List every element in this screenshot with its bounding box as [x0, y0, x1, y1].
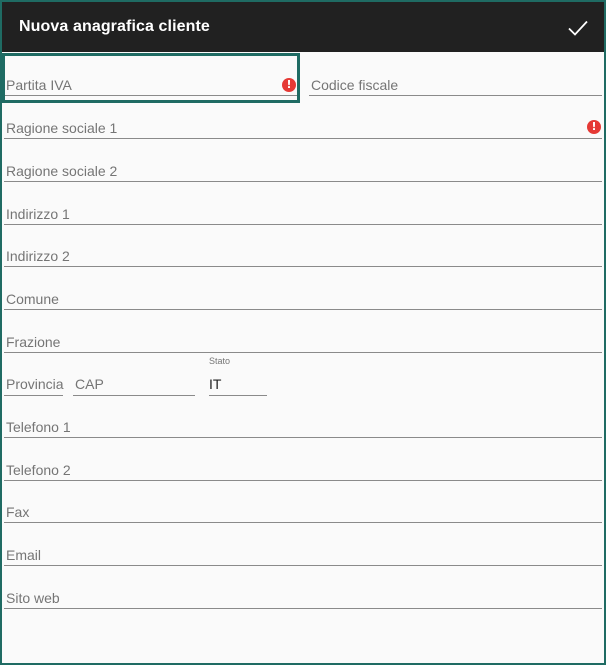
stato-field[interactable]: Stato IT [209, 356, 267, 396]
field-underline [4, 395, 63, 396]
indirizzo-2-placeholder: Indirizzo 2 [6, 248, 70, 264]
email-field[interactable]: Email [4, 532, 602, 566]
field-underline [4, 608, 602, 609]
indirizzo-1-placeholder: Indirizzo 1 [6, 206, 70, 222]
comune-placeholder: Comune [6, 291, 59, 307]
telefono-1-field[interactable]: Telefono 1 [4, 404, 602, 438]
field-underline [4, 224, 602, 225]
comune-field[interactable]: Comune [4, 276, 602, 310]
frazione-field[interactable]: Frazione [4, 319, 602, 353]
sito-web-field[interactable]: Sito web [4, 575, 602, 609]
cap-field[interactable]: CAP [73, 362, 195, 396]
indirizzo-2-field[interactable]: Indirizzo 2 [4, 233, 602, 267]
stato-label: Stato [209, 356, 231, 366]
ragione-sociale-1-placeholder: Ragione sociale 1 [6, 120, 118, 136]
provincia-placeholder: Provincia [6, 376, 64, 392]
focus-highlight [2, 53, 300, 103]
ragione-sociale-2-field[interactable]: Ragione sociale 2 [4, 148, 602, 182]
provincia-field[interactable]: Provincia [4, 362, 64, 396]
page-title: Nuova anagrafica cliente [19, 18, 210, 35]
stato-value: IT [209, 376, 222, 392]
ragione-sociale-2-placeholder: Ragione sociale 2 [6, 163, 118, 179]
field-underline [4, 138, 602, 139]
telefono-2-placeholder: Telefono 2 [6, 462, 71, 478]
check-icon[interactable] [566, 16, 590, 40]
field-underline [4, 266, 602, 267]
frazione-placeholder: Frazione [6, 334, 61, 350]
indirizzo-1-field[interactable]: Indirizzo 1 [4, 191, 602, 225]
field-underline [4, 352, 602, 353]
field-underline [309, 95, 602, 96]
field-underline [4, 480, 602, 481]
field-underline [73, 395, 195, 396]
fax-placeholder: Fax [6, 504, 30, 520]
telefono-1-placeholder: Telefono 1 [6, 419, 71, 435]
cap-placeholder: CAP [75, 376, 104, 392]
email-placeholder: Email [6, 547, 42, 563]
field-underline [209, 395, 267, 396]
error-icon: ! [587, 120, 601, 134]
codice-fiscale-field[interactable]: Codice fiscale [309, 62, 602, 96]
sito-web-placeholder: Sito web [6, 590, 60, 606]
codice-fiscale-placeholder: Codice fiscale [311, 77, 399, 93]
field-underline [4, 181, 602, 182]
app-bar: Nuova anagrafica cliente [2, 2, 604, 52]
fax-field[interactable]: Fax [4, 489, 602, 523]
field-underline [4, 309, 602, 310]
field-underline [4, 522, 602, 523]
form-window: Nuova anagrafica cliente Partita IVA ! C… [0, 0, 606, 665]
telefono-2-field[interactable]: Telefono 2 [4, 447, 602, 481]
ragione-sociale-1-field[interactable]: Ragione sociale 1 ! [4, 105, 602, 139]
field-underline [4, 437, 602, 438]
field-underline [4, 565, 602, 566]
